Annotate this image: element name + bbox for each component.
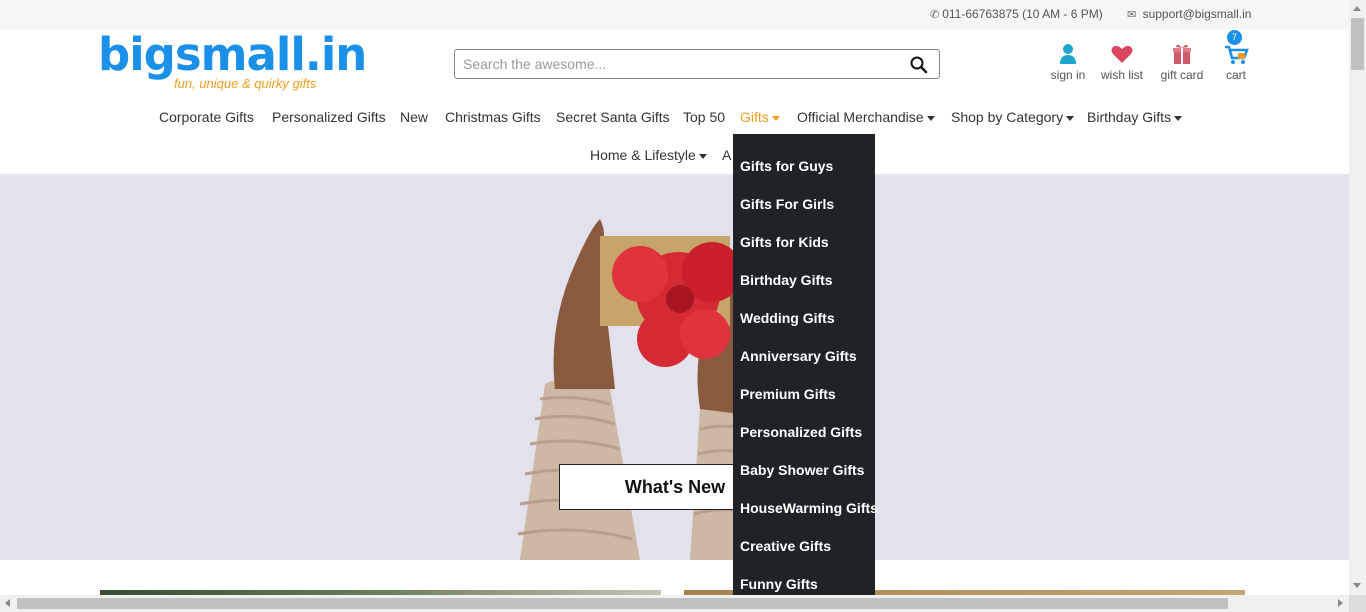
nav-birthday-gifts[interactable]: Birthday Gifts xyxy=(1087,109,1183,125)
horizontal-scroll-thumb[interactable] xyxy=(17,598,1228,609)
logo-tagline: fun, unique & quirky gifts xyxy=(174,76,317,91)
page: ✆ 011-66763875 (10 AM - 6 PM) ✉ support@b… xyxy=(0,0,1366,612)
user-icon xyxy=(1060,44,1076,64)
cart-icon xyxy=(1225,45,1249,64)
nav-gifts-label: Gifts xyxy=(740,109,769,125)
scroll-up-arrow-icon[interactable] xyxy=(1353,6,1361,11)
logo-wordmark: bigsmall.in xyxy=(98,28,367,81)
chevron-down-icon xyxy=(1066,115,1075,121)
scrollbar-corner xyxy=(1349,595,1366,612)
nav-new[interactable]: New xyxy=(400,109,428,125)
cart-label: cart xyxy=(1225,68,1246,82)
chevron-down-icon xyxy=(1174,115,1183,121)
support-email-text: support@bigsmall.in xyxy=(1142,7,1252,21)
nav-home-lifestyle-label: Home & Lifestyle xyxy=(590,147,696,163)
nav-shop-by-category-label: Shop by Category xyxy=(951,109,1064,125)
signin-link[interactable]: sign in xyxy=(1048,42,1088,82)
menu-item-baby-shower-gifts[interactable]: Baby Shower Gifts xyxy=(740,462,864,478)
support-email[interactable]: ✉ support@bigsmall.in xyxy=(1127,7,1251,21)
gift-icon xyxy=(1173,44,1191,64)
chevron-down-icon xyxy=(926,115,935,121)
main-nav: Corporate Gifts Personalized Gifts New C… xyxy=(0,104,1349,174)
heart-icon xyxy=(1111,45,1133,63)
search-box xyxy=(454,49,940,79)
envelope-icon: ✉ xyxy=(1127,9,1137,21)
site-logo[interactable]: bigsmall.in fun, unique & quirky gifts xyxy=(98,32,367,94)
wishlist-label: wish list xyxy=(1100,68,1143,82)
nav-gifts[interactable]: Gifts xyxy=(740,109,780,125)
menu-item-gifts-for-guys[interactable]: Gifts for Guys xyxy=(740,158,833,174)
menu-item-gifts-for-girls[interactable]: Gifts For Girls xyxy=(740,196,834,212)
scroll-right-arrow-icon[interactable] xyxy=(1338,599,1343,607)
vertical-scrollbar[interactable] xyxy=(1349,0,1366,612)
horizontal-scrollbar[interactable] xyxy=(0,595,1349,612)
support-phone-text: 011-66763875 (10 AM - 6 PM) xyxy=(942,7,1103,21)
phone-icon: ✆ xyxy=(930,9,940,21)
menu-item-creative-gifts[interactable]: Creative Gifts xyxy=(740,538,831,554)
scroll-left-arrow-icon[interactable] xyxy=(5,599,10,607)
vertical-scroll-thumb[interactable] xyxy=(1351,18,1364,70)
support-phone[interactable]: ✆ 011-66763875 (10 AM - 6 PM) xyxy=(930,7,1103,21)
giftcard-label: gift card xyxy=(1160,68,1204,82)
top-info-bar: ✆ 011-66763875 (10 AM - 6 PM) ✉ support@b… xyxy=(0,0,1349,29)
search-button[interactable] xyxy=(909,55,929,75)
menu-item-anniversary-gifts[interactable]: Anniversary Gifts xyxy=(740,348,857,364)
menu-item-housewarming-gifts[interactable]: HouseWarming Gifts xyxy=(740,500,878,516)
wishlist-link[interactable]: wish list xyxy=(1098,42,1146,82)
menu-item-gifts-for-kids[interactable]: Gifts for Kids xyxy=(740,234,829,250)
giftcard-link[interactable]: gift card xyxy=(1157,42,1207,82)
hero-banner[interactable]: What's New xyxy=(0,174,1349,560)
menu-item-personalized-gifts[interactable]: Personalized Gifts xyxy=(740,424,862,440)
menu-item-premium-gifts[interactable]: Premium Gifts xyxy=(740,386,836,402)
nav-official-merchandise-label: Official Merchandise xyxy=(797,109,924,125)
nav-home-lifestyle[interactable]: Home & Lifestyle xyxy=(590,147,707,163)
search-icon xyxy=(910,56,928,74)
nav-item-partial[interactable]: A xyxy=(722,147,731,163)
chevron-down-icon xyxy=(698,153,707,159)
nav-personalized-gifts[interactable]: Personalized Gifts xyxy=(272,109,386,125)
nav-official-merchandise[interactable]: Official Merchandise xyxy=(797,109,935,125)
search-input[interactable] xyxy=(463,54,893,74)
cart-link[interactable]: cart xyxy=(1219,42,1253,82)
gifts-dropdown-menu: Gifts for Guys Gifts For Girls Gifts for… xyxy=(733,134,878,595)
scroll-down-arrow-icon[interactable] xyxy=(1353,583,1361,588)
menu-item-wedding-gifts[interactable]: Wedding Gifts xyxy=(740,310,835,326)
chevron-down-icon xyxy=(771,115,780,121)
nav-secret-santa-gifts[interactable]: Secret Santa Gifts xyxy=(556,109,670,125)
menu-item-birthday-gifts[interactable]: Birthday Gifts xyxy=(740,272,833,288)
menu-item-funny-gifts[interactable]: Funny Gifts xyxy=(740,576,818,592)
nav-shop-by-category[interactable]: Shop by Category xyxy=(951,109,1075,125)
nav-top-50[interactable]: Top 50 xyxy=(683,109,725,125)
nav-christmas-gifts[interactable]: Christmas Gifts xyxy=(445,109,541,125)
nav-corporate-gifts[interactable]: Corporate Gifts xyxy=(159,109,254,125)
nav-birthday-gifts-label: Birthday Gifts xyxy=(1087,109,1172,125)
signin-label: sign in xyxy=(1050,68,1086,82)
